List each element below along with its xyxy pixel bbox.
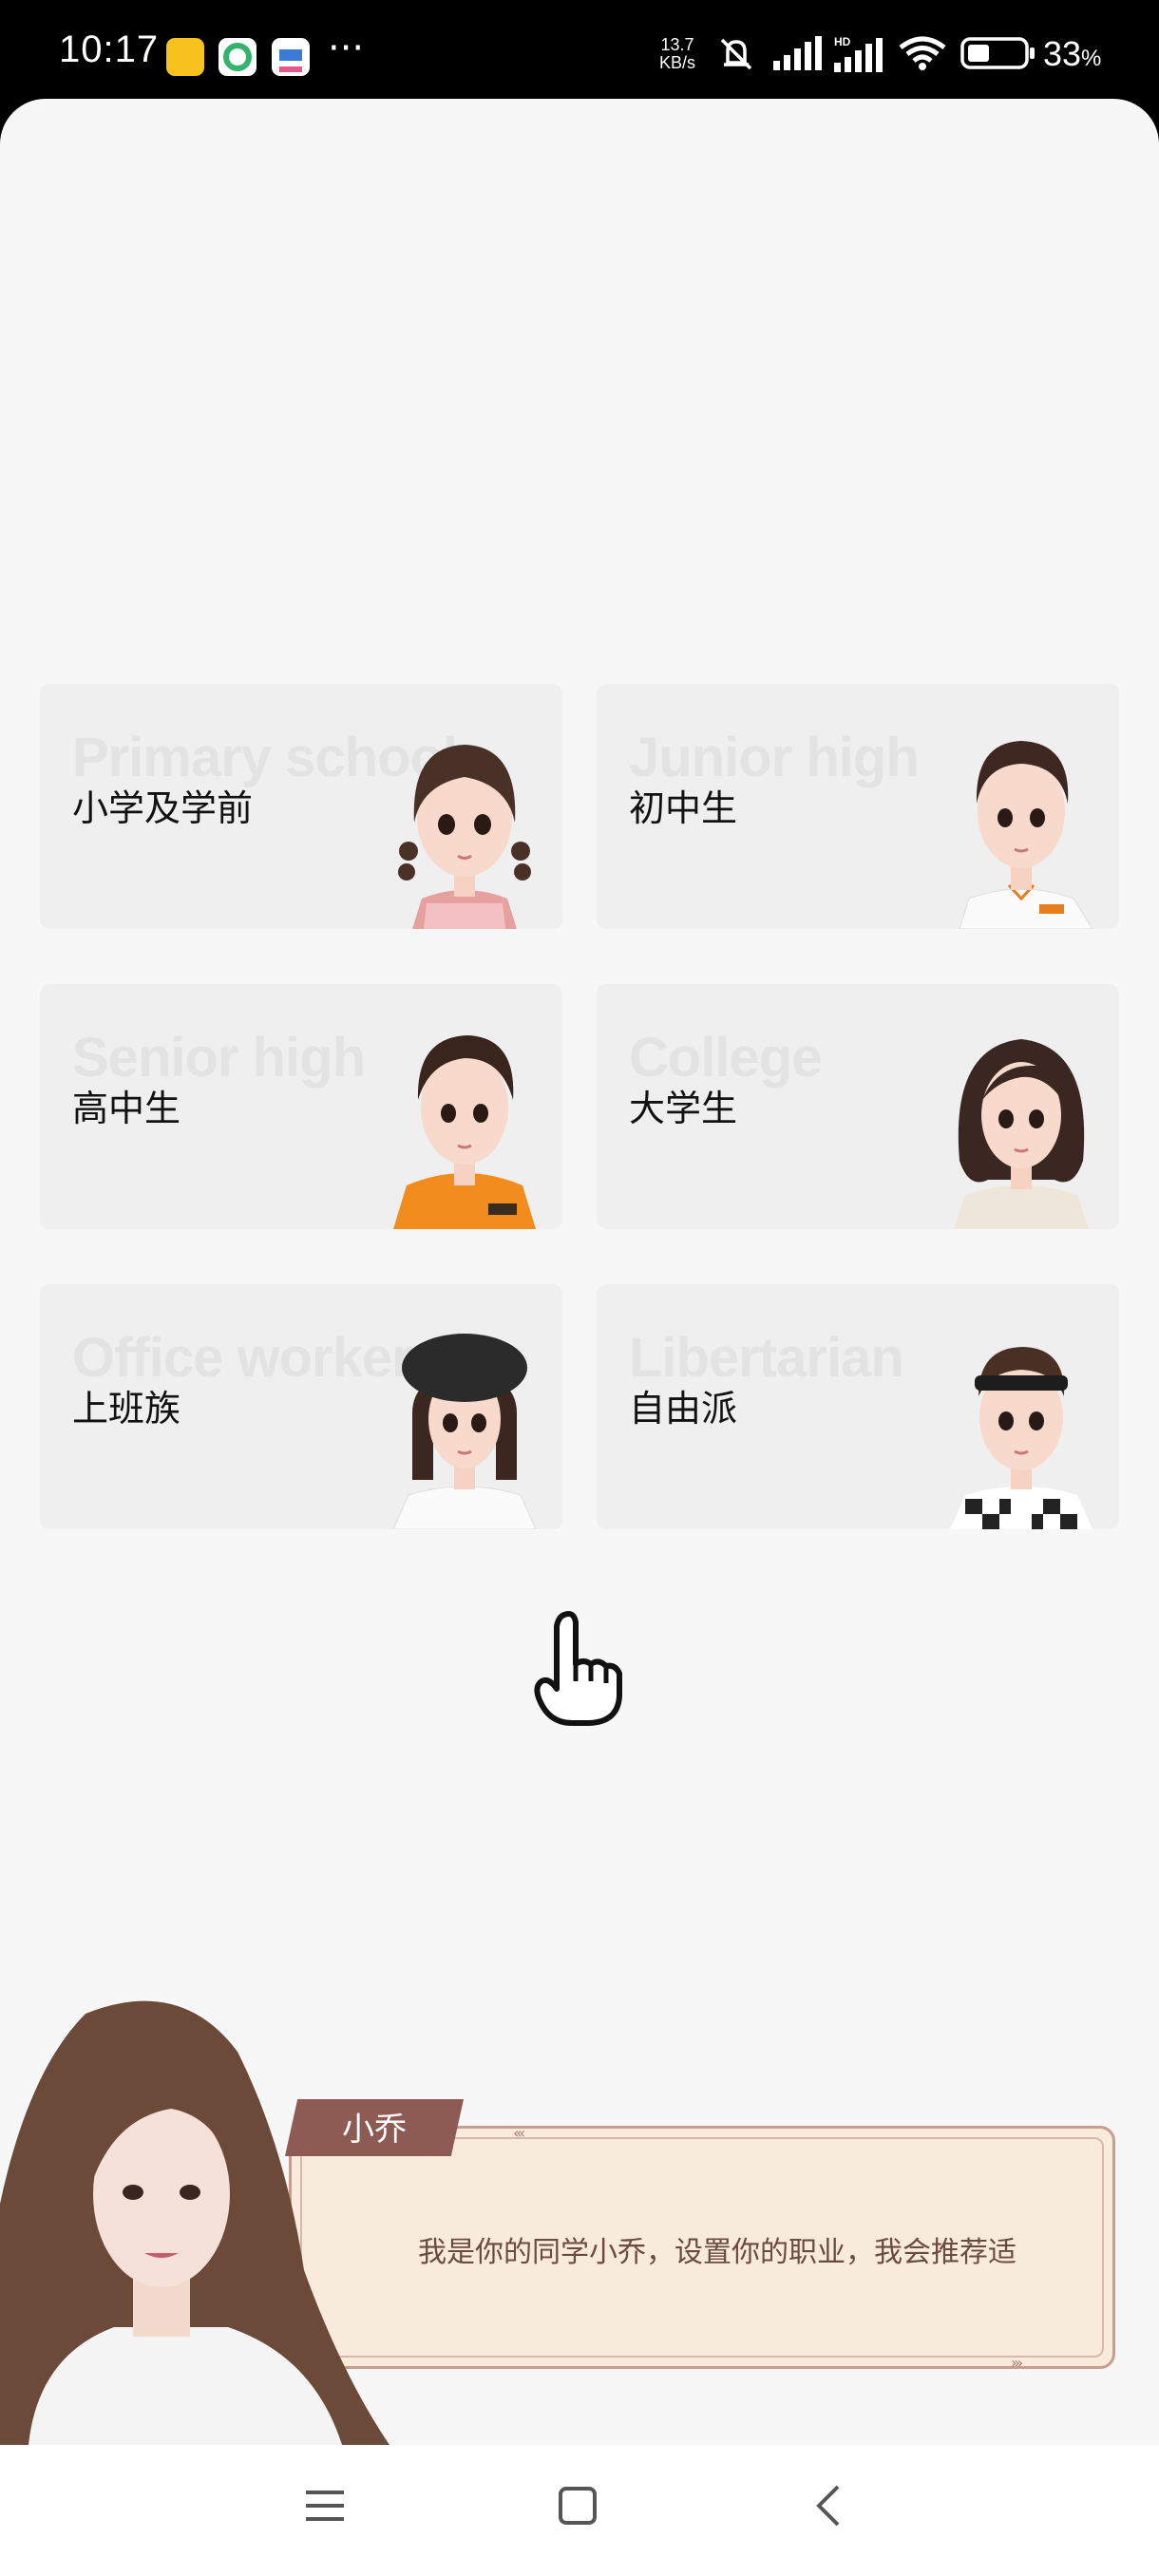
app-icon-cloud	[272, 38, 310, 76]
card-label: 自由派	[629, 1388, 738, 1430]
battery-percent: 33%	[1043, 34, 1102, 73]
avatar-girl-wavy-hair	[954, 1039, 1089, 1229]
occupation-card-office[interactable]: Office worker 上班族	[40, 1284, 562, 1529]
dialog-next-arrows: ›››	[1011, 2354, 1023, 2372]
avatar-girl-beret	[392, 1334, 537, 1529]
wifi-icon	[899, 36, 946, 70]
menu-icon[interactable]	[302, 2483, 348, 2529]
back-icon[interactable]	[808, 2483, 853, 2529]
occupation-card-junior[interactable]: Junior high 初中生	[597, 684, 1119, 929]
card-label: 小学及学前	[72, 787, 254, 829]
app-icon-green	[218, 38, 256, 76]
net-speed: 13.7 KB/s	[659, 35, 696, 72]
dialog-deco-arrows: ‹‹‹	[513, 2124, 525, 2142]
mute-icon	[720, 38, 752, 70]
occupation-card-primary[interactable]: Primary school 小学及学前	[40, 684, 562, 929]
occupation-card-college[interactable]: College 大学生	[597, 984, 1119, 1229]
more-notifications-icon: ···	[328, 27, 365, 70]
avatar-boy-checkered	[950, 1347, 1092, 1529]
character-portrait	[0, 2000, 390, 2445]
avatar-boy-polo	[959, 741, 1093, 929]
dialog-text: 我是你的同学小乔，设置你的职业，我会推荐适	[418, 2236, 1016, 2269]
occupation-card-libertarian[interactable]: Libertarian 自由派	[597, 1284, 1119, 1529]
battery-icon	[960, 37, 1035, 69]
avatar-girl-pigtails	[398, 745, 531, 929]
occupation-card-senior[interactable]: Senior high 高中生	[40, 984, 562, 1229]
card-label: 高中生	[72, 1088, 181, 1129]
app-icon-yellow	[166, 38, 204, 76]
signal-hd-icon: HD	[834, 35, 883, 72]
status-time: 10:17	[59, 28, 160, 70]
status-bar: 10:17 ··· 13.7 KB/s HD 33%	[0, 0, 1159, 104]
system-nav-bar	[0, 2445, 1159, 2576]
svg-text:HD: HD	[834, 35, 851, 48]
card-label: 初中生	[629, 787, 738, 829]
signal-icon	[773, 36, 822, 70]
avatar-boy-orange-hoodie	[393, 1035, 536, 1229]
speaker-name: 小乔	[342, 2111, 407, 2149]
hand-pointer-icon	[534, 1611, 622, 1726]
home-icon[interactable]	[555, 2483, 600, 2529]
card-label: 上班族	[72, 1388, 181, 1430]
card-label: 大学生	[629, 1088, 738, 1129]
